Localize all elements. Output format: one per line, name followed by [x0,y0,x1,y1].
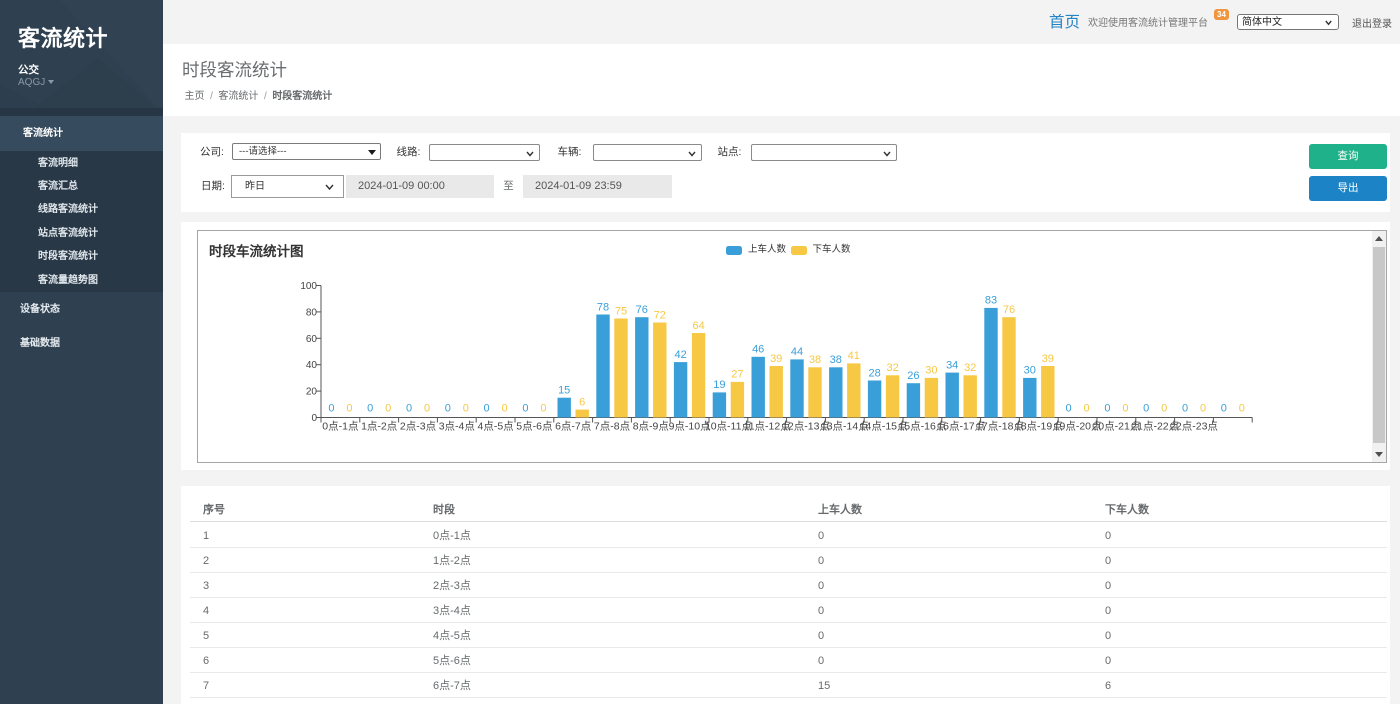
svg-text:0: 0 [1161,403,1167,415]
svg-text:76: 76 [636,304,648,316]
svg-text:0: 0 [502,403,508,415]
svg-text:72: 72 [654,309,666,321]
svg-text:0: 0 [540,403,546,415]
svg-text:30: 30 [1024,365,1036,377]
svg-text:34: 34 [946,359,958,371]
svg-text:0: 0 [1104,403,1110,415]
svg-text:0: 0 [463,403,469,415]
svg-text:44: 44 [791,346,803,358]
svg-text:0: 0 [424,403,430,415]
svg-text:38: 38 [809,354,821,366]
svg-text:8点-9点: 8点-9点 [633,421,669,433]
svg-text:0: 0 [328,403,334,415]
svg-text:78: 78 [597,301,609,313]
svg-text:7点-8点: 7点-8点 [594,421,630,433]
svg-text:28: 28 [868,367,880,379]
svg-text:6: 6 [579,396,585,408]
svg-text:39: 39 [1042,353,1054,365]
svg-text:0: 0 [522,403,528,415]
svg-text:80: 80 [306,307,318,318]
svg-text:0: 0 [1084,403,1090,415]
svg-text:0: 0 [1200,403,1206,415]
svg-text:5点-6点: 5点-6点 [516,421,552,433]
svg-text:0: 0 [1182,403,1188,415]
svg-text:0: 0 [445,403,451,415]
svg-text:0: 0 [1066,403,1072,415]
svg-text:2点-3点: 2点-3点 [400,421,436,433]
svg-text:32: 32 [886,362,898,374]
svg-text:41: 41 [848,350,860,362]
svg-text:64: 64 [692,320,704,332]
svg-text:0: 0 [311,413,317,424]
svg-text:39: 39 [770,353,782,365]
svg-text:0: 0 [367,403,373,415]
svg-text:60: 60 [306,334,318,345]
svg-text:0: 0 [346,403,352,415]
svg-text:6点-7点: 6点-7点 [555,421,591,433]
svg-text:83: 83 [985,295,997,307]
svg-text:1点-2点: 1点-2点 [361,421,397,433]
svg-text:0: 0 [1239,403,1245,415]
svg-text:42: 42 [674,349,686,361]
svg-text:32: 32 [964,362,976,374]
svg-text:26: 26 [907,370,919,382]
svg-text:0: 0 [385,403,391,415]
svg-text:20: 20 [306,387,318,398]
svg-text:27: 27 [731,369,743,381]
svg-text:19: 19 [713,379,725,391]
svg-text:40: 40 [306,360,318,371]
svg-text:0点-1点: 0点-1点 [322,421,358,433]
svg-text:75: 75 [615,305,627,317]
svg-text:76: 76 [1003,304,1015,316]
svg-text:100: 100 [300,281,317,292]
svg-text:0: 0 [484,403,490,415]
svg-text:0: 0 [1221,403,1227,415]
svg-text:38: 38 [830,354,842,366]
svg-text:30: 30 [925,365,937,377]
svg-text:46: 46 [752,344,764,356]
svg-text:4点-5点: 4点-5点 [478,421,514,433]
svg-text:22点-23点: 22点-23点 [1170,421,1218,433]
svg-text:0: 0 [406,403,412,415]
svg-text:15: 15 [558,385,570,397]
svg-text:0: 0 [1122,403,1128,415]
svg-text:3点-4点: 3点-4点 [439,421,475,433]
svg-text:0: 0 [1143,403,1149,415]
